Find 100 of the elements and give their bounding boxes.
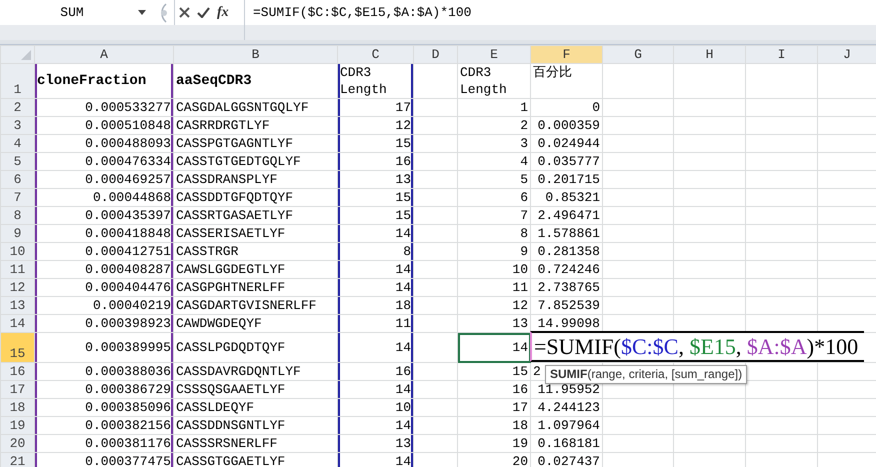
table-cell: 0.000404476 [34, 278, 174, 296]
table-cell: 0.000359 [530, 116, 602, 134]
row-header[interactable]: 9 [0, 224, 34, 242]
row-header[interactable]: 11 [0, 260, 34, 278]
row-header[interactable]: 7 [0, 188, 34, 206]
column-header[interactable]: C [338, 46, 414, 64]
table-cell: 3 [458, 134, 530, 152]
column-header[interactable]: I [746, 46, 818, 64]
table-cell: 16 [338, 152, 414, 170]
table-cell: CASSDDTGFQDTQYF [174, 188, 338, 206]
table-cell: CASSDRANSPLYF [174, 170, 338, 188]
table-cell: 0.168181 [530, 434, 602, 452]
table-cell: CAWSLGGDEGTLYF [174, 260, 338, 278]
table-cell: 9 [458, 242, 530, 260]
column-header[interactable]: B [174, 46, 338, 64]
row-header[interactable]: 19 [0, 416, 34, 434]
column-header[interactable]: G [602, 46, 674, 64]
table-cell: 0.000476334 [34, 152, 174, 170]
table-cell: CASSRTGASAETLYF [174, 206, 338, 224]
table-cell: 百分比 [530, 64, 602, 98]
table-cell: 0.201715 [530, 170, 602, 188]
column-header[interactable]: E [458, 46, 530, 64]
row-header[interactable]: 5 [0, 152, 34, 170]
row-header[interactable]: 12 [0, 278, 34, 296]
table-cell: 11 [458, 278, 530, 296]
check-icon[interactable] [197, 7, 210, 18]
table-cell: 0.000377475 [34, 452, 174, 467]
row-header[interactable]: 8 [0, 206, 34, 224]
row-header[interactable]: 16 [0, 362, 34, 380]
table-cell: 2.496471 [530, 206, 602, 224]
column-header[interactable]: D [414, 46, 458, 64]
table-cell: 14 [458, 332, 530, 362]
table-cell: 0.00044868 [34, 188, 174, 206]
row-header[interactable]: 15 [0, 332, 34, 362]
row-header[interactable]: 3 [0, 116, 34, 134]
table-cell: 8 [458, 224, 530, 242]
table-cell: 0.000386729 [34, 380, 174, 398]
table-cell: CASRRDRGTLYF [174, 116, 338, 134]
row-header[interactable]: 6 [0, 170, 34, 188]
table-cell: 0.00040219 [34, 296, 174, 314]
table-cell: 1.097964 [530, 416, 602, 434]
table-cell: CASGPGHTNERLFF [174, 278, 338, 296]
cancel-icon[interactable] [179, 7, 190, 18]
table-cell: 2 [458, 116, 530, 134]
column-header[interactable]: A [34, 46, 174, 64]
table-cell: 14 [338, 224, 414, 242]
table-cell: 0.000418848 [34, 224, 174, 242]
table-cell: CASSSRSNERLFF [174, 434, 338, 452]
row-header[interactable]: 14 [0, 314, 34, 332]
table-cell: 18 [338, 296, 414, 314]
row-header[interactable]: 17 [0, 380, 34, 398]
row-header[interactable]: 18 [0, 398, 34, 416]
table-cell: 14 [338, 416, 414, 434]
row-header[interactable]: 2 [0, 98, 34, 116]
column-header[interactable]: H [674, 46, 746, 64]
table-cell: 14 [338, 380, 414, 398]
formula-field[interactable]: =SUMIF($C:$C,$E15,$A:$A)*100 [245, 0, 472, 25]
dropdown-arrow-icon[interactable] [138, 10, 146, 15]
table-cell: 0.000469257 [34, 170, 174, 188]
table-cell: CASSTRGR [174, 242, 338, 260]
row-header[interactable]: 10 [0, 242, 34, 260]
table-cell: 4.244123 [530, 398, 602, 416]
table-cell: CASGDARTGVISNERLFF [174, 296, 338, 314]
row-header[interactable]: 1 [0, 64, 34, 98]
column-header[interactable]: F [530, 46, 602, 64]
table-cell: 0.000381176 [34, 434, 174, 452]
table-cell: 17 [458, 398, 530, 416]
row-header[interactable]: 4 [0, 134, 34, 152]
insert-function-button[interactable]: fx [217, 2, 229, 23]
table-cell: 15 [338, 206, 414, 224]
table-cell: 13 [338, 170, 414, 188]
table-cell: 0 [530, 98, 602, 116]
function-tooltip: SUMIF(range, criteria, [sum_range]) [545, 365, 748, 384]
row-header[interactable]: 20 [0, 434, 34, 452]
table-cell: 0.000412751 [34, 242, 174, 260]
table-cell: CAWDWGDEQYF [174, 314, 338, 332]
table-cell: 0.000533277 [34, 98, 174, 116]
table-cell: CASSTGTGEDTGQLYF [174, 152, 338, 170]
table-cell: 10 [458, 260, 530, 278]
table-cell: 0.000510848 [34, 116, 174, 134]
table-cell: 0.000408287 [34, 260, 174, 278]
table-cell: 2.738765 [530, 278, 602, 296]
table-cell: CASSLPGDQDTQYF [174, 332, 338, 362]
table-cell: 12 [338, 116, 414, 134]
table-cell: 8 [338, 242, 414, 260]
row-header[interactable]: 13 [0, 296, 34, 314]
table-cell: 15 [458, 362, 530, 380]
table-cell: CASGDALGGSNTGQLYF [174, 98, 338, 116]
row-header[interactable]: 21 [0, 452, 34, 467]
table-cell: 18 [458, 416, 530, 434]
column-header[interactable]: J [818, 46, 876, 64]
table-cell: CASSPGTGAGNTLYF [174, 134, 338, 152]
table-cell: 0.000435397 [34, 206, 174, 224]
table-cell: 15 [338, 188, 414, 206]
table-cell: 16 [338, 362, 414, 380]
table-cell: 11 [338, 314, 414, 332]
table-cell: 14 [338, 278, 414, 296]
table-cell: 17 [338, 98, 414, 116]
cell-editor[interactable]: =SUMIF($C:$C, $E15, $A:$A)*100 [530, 331, 864, 362]
table-cell: CASSDDNSGNTLYF [174, 416, 338, 434]
